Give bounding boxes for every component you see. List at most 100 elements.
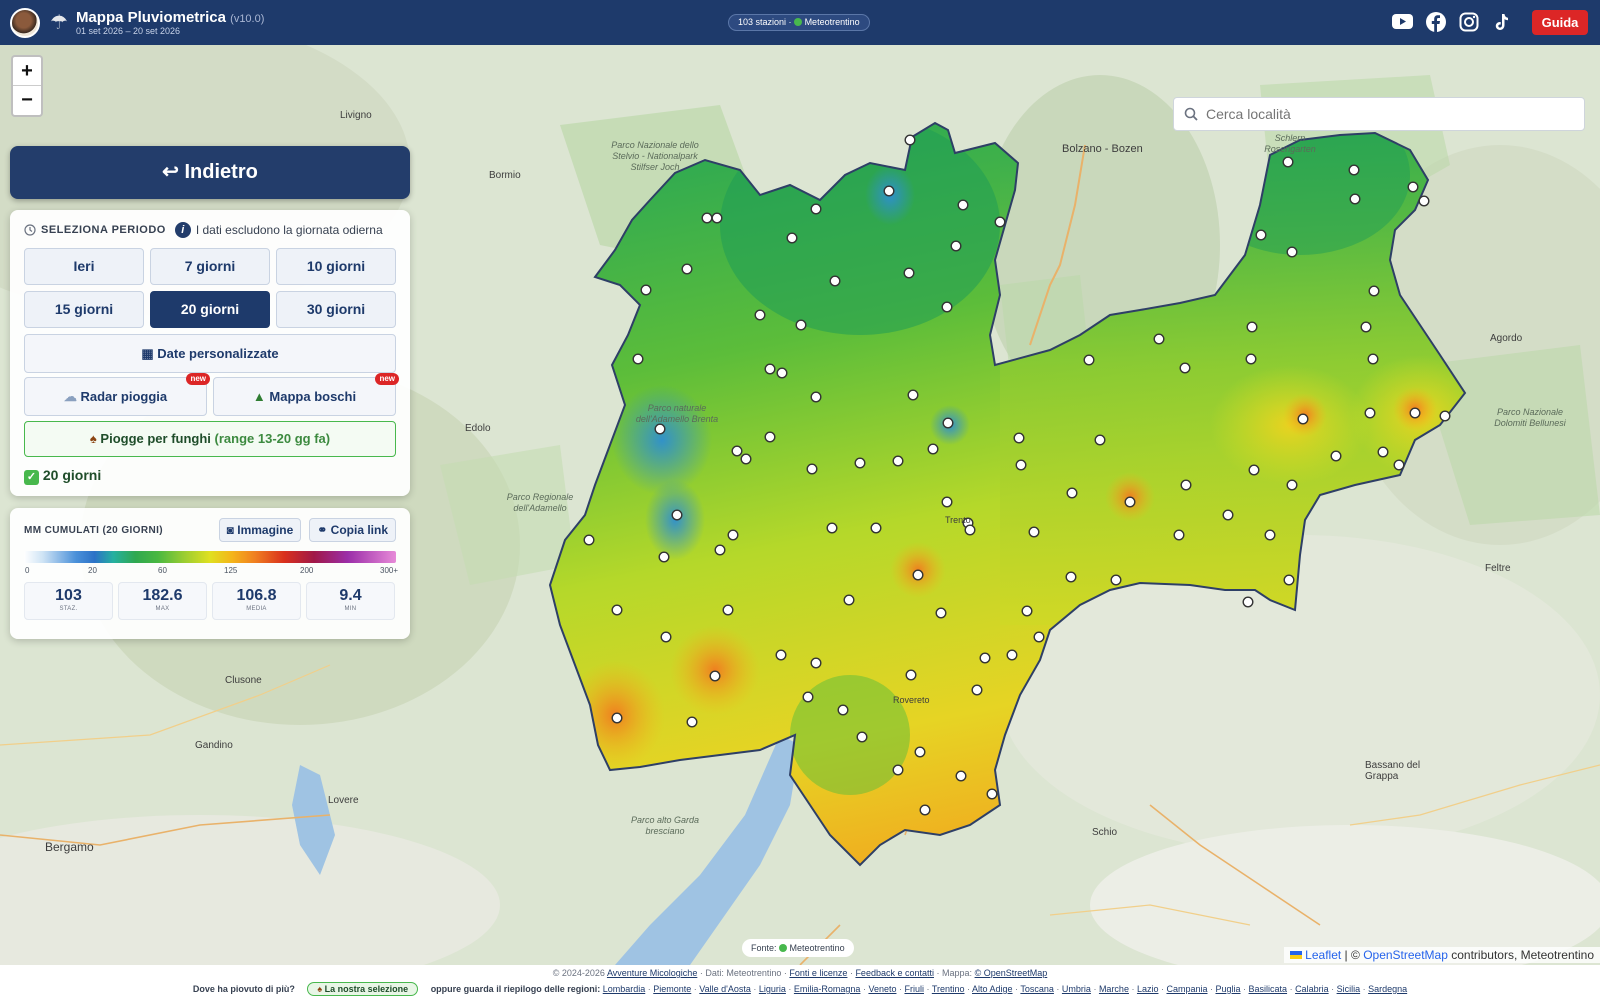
facebook-icon[interactable] (1425, 11, 1446, 32)
station-marker[interactable] (829, 275, 841, 287)
region-link[interactable]: Campania (1166, 984, 1207, 994)
station-marker[interactable] (1439, 410, 1451, 422)
station-marker[interactable] (971, 684, 983, 696)
location-search[interactable] (1173, 97, 1585, 131)
station-marker[interactable] (1282, 156, 1294, 168)
station-marker[interactable] (854, 457, 866, 469)
station-marker[interactable] (786, 232, 798, 244)
station-marker[interactable] (957, 199, 969, 211)
station-marker[interactable] (1364, 407, 1376, 419)
station-marker[interactable] (1066, 487, 1078, 499)
station-marker[interactable] (711, 212, 723, 224)
station-marker[interactable] (907, 389, 919, 401)
station-marker[interactable] (912, 569, 924, 581)
station-marker[interactable] (810, 391, 822, 403)
station-marker[interactable] (919, 804, 931, 816)
station-marker[interactable] (681, 263, 693, 275)
station-marker[interactable] (1393, 459, 1405, 471)
station-marker[interactable] (1418, 195, 1430, 207)
region-link[interactable]: Puglia (1216, 984, 1241, 994)
station-marker[interactable] (1028, 526, 1040, 538)
station-marker[interactable] (1065, 571, 1077, 583)
station-marker[interactable] (892, 455, 904, 467)
station-marker[interactable] (914, 746, 926, 758)
station-marker[interactable] (1264, 529, 1276, 541)
station-marker[interactable] (806, 463, 818, 475)
station-marker[interactable] (1348, 164, 1360, 176)
station-marker[interactable] (658, 551, 670, 563)
station-marker[interactable] (1368, 285, 1380, 297)
station-marker[interactable] (955, 770, 967, 782)
station-marker[interactable] (837, 704, 849, 716)
region-link[interactable]: Lazio (1137, 984, 1159, 994)
station-marker[interactable] (1015, 459, 1027, 471)
guide-button[interactable]: Guida (1532, 10, 1588, 35)
station-marker[interactable] (764, 363, 776, 375)
station-marker[interactable] (654, 423, 666, 435)
station-marker[interactable] (905, 669, 917, 681)
region-link[interactable]: Basilicata (1249, 984, 1288, 994)
station-marker[interactable] (1021, 605, 1033, 617)
station-marker[interactable] (904, 134, 916, 146)
station-marker[interactable] (1124, 496, 1136, 508)
station-marker[interactable] (810, 657, 822, 669)
period-button-30[interactable]: 30 giorni (276, 291, 396, 328)
avatar[interactable] (10, 7, 40, 38)
region-link[interactable]: Lombardia (603, 984, 646, 994)
station-marker[interactable] (986, 788, 998, 800)
station-marker[interactable] (1255, 229, 1267, 241)
station-marker[interactable] (1083, 354, 1095, 366)
info-icon[interactable]: i (174, 222, 191, 238)
station-marker[interactable] (1349, 193, 1361, 205)
station-marker[interactable] (709, 670, 721, 682)
station-marker[interactable] (1360, 321, 1372, 333)
osm-footer-link[interactable]: © OpenStreetMap (975, 968, 1048, 978)
station-marker[interactable] (583, 534, 595, 546)
station-marker[interactable] (795, 319, 807, 331)
station-marker[interactable] (775, 649, 787, 661)
instagram-icon[interactable] (1458, 11, 1479, 32)
station-marker[interactable] (727, 529, 739, 541)
station-marker[interactable] (1248, 464, 1260, 476)
station-marker[interactable] (1179, 362, 1191, 374)
station-marker[interactable] (941, 301, 953, 313)
station-marker[interactable] (764, 431, 776, 443)
station-marker[interactable] (1153, 333, 1165, 345)
station-marker[interactable] (1409, 407, 1421, 419)
station-marker[interactable] (611, 604, 623, 616)
zoom-in-button[interactable]: + (13, 57, 41, 86)
station-marker[interactable] (740, 453, 752, 465)
period-button-ieri[interactable]: Ieri (24, 248, 144, 285)
station-marker[interactable] (731, 445, 743, 457)
station-marker[interactable] (950, 240, 962, 252)
station-marker[interactable] (1173, 529, 1185, 541)
station-marker[interactable] (632, 353, 644, 365)
station-marker[interactable] (1013, 432, 1025, 444)
period-button-7[interactable]: 7 giorni (150, 248, 270, 285)
station-marker[interactable] (810, 203, 822, 215)
region-link[interactable]: Calabria (1295, 984, 1329, 994)
radar-button[interactable]: ☁ Radar pioggia new (24, 373, 210, 416)
region-link[interactable]: Alto Adige (972, 984, 1013, 994)
search-input[interactable] (1206, 106, 1566, 122)
copy-link-button[interactable]: ⚭ Copia link (309, 518, 396, 542)
station-marker[interactable] (1286, 479, 1298, 491)
our-selection-button[interactable]: ♠ La nostra selezione (307, 982, 419, 996)
sources-link[interactable]: Fonti e licenze (789, 968, 847, 978)
station-marker[interactable] (1297, 413, 1309, 425)
station-marker[interactable] (1245, 353, 1257, 365)
station-marker[interactable] (714, 544, 726, 556)
region-link[interactable]: Umbria (1062, 984, 1091, 994)
region-link[interactable]: Trentino (932, 984, 965, 994)
station-marker[interactable] (1110, 574, 1122, 586)
region-link[interactable]: Valle d'Aosta (699, 984, 751, 994)
station-marker[interactable] (927, 443, 939, 455)
station-marker[interactable] (994, 216, 1006, 228)
station-marker[interactable] (1286, 246, 1298, 258)
station-marker[interactable] (1377, 446, 1389, 458)
leaflet-link[interactable]: Leaflet (1305, 948, 1341, 962)
region-link[interactable]: Liguria (759, 984, 786, 994)
period-button-20[interactable]: 20 giorni (150, 291, 270, 328)
region-link[interactable]: Piemonte (653, 984, 691, 994)
station-marker[interactable] (870, 522, 882, 534)
